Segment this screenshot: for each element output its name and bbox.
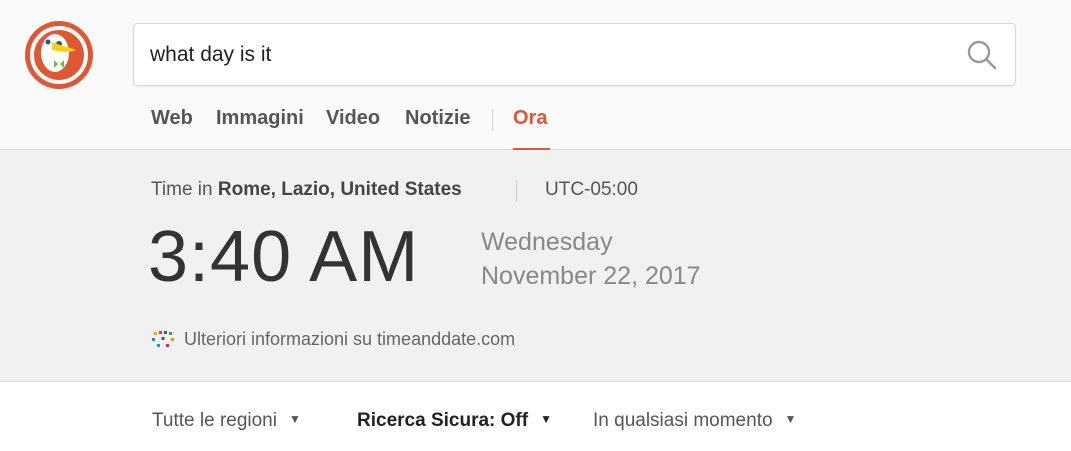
safe-search-filter[interactable]: Ricerca Sicura: Off ▼ (357, 410, 552, 432)
duckduckgo-logo[interactable] (24, 20, 94, 90)
location-line: Time in Rome, Lazio, United States (151, 179, 462, 201)
location-name: Rome, Lazio, United States (217, 179, 462, 200)
time-range-filter[interactable]: In qualsiasi momento ▼ (593, 410, 796, 432)
region-filter-label: Tutte le regioni (152, 410, 277, 431)
utc-offset: UTC-05:00 (545, 179, 638, 200)
time-range-label: In qualsiasi momento (593, 410, 773, 431)
caret-down-icon: ▼ (288, 412, 301, 426)
time-panel: Time in Rome, Lazio, United States UTC-0… (0, 150, 1071, 382)
timeanddate-link[interactable]: Ulteriori informazioni su timeanddate.co… (184, 329, 515, 350)
region-filter[interactable]: Tutte le regioni ▼ (152, 410, 301, 432)
date: November 22, 2017 (481, 262, 701, 290)
tab-web[interactable]: Web (151, 107, 193, 130)
filter-bar: Tutte le regioni ▼ Ricerca Sicura: Off ▼ I… (0, 410, 1071, 440)
current-time: 3:40 AM (148, 217, 420, 297)
location-divider (516, 180, 517, 202)
safe-search-label: Ricerca Sicura: Off (357, 410, 529, 431)
location-prefix: Time in (151, 179, 213, 200)
tab-images[interactable]: Immagini (216, 107, 304, 130)
search-icon[interactable] (965, 38, 999, 72)
tab-news[interactable]: Notizie (405, 107, 471, 130)
timeanddate-icon (152, 331, 174, 347)
caret-down-icon: ▼ (540, 412, 552, 426)
tab-time[interactable]: Ora (513, 107, 547, 130)
header: Web Immagini Video Notizie Ora (0, 0, 1071, 150)
search-box (133, 23, 1016, 86)
search-input[interactable] (150, 38, 950, 72)
weekday: Wednesday (481, 228, 613, 256)
tab-divider (492, 109, 493, 131)
tab-video[interactable]: Video (326, 107, 380, 130)
caret-down-icon: ▼ (784, 412, 797, 426)
